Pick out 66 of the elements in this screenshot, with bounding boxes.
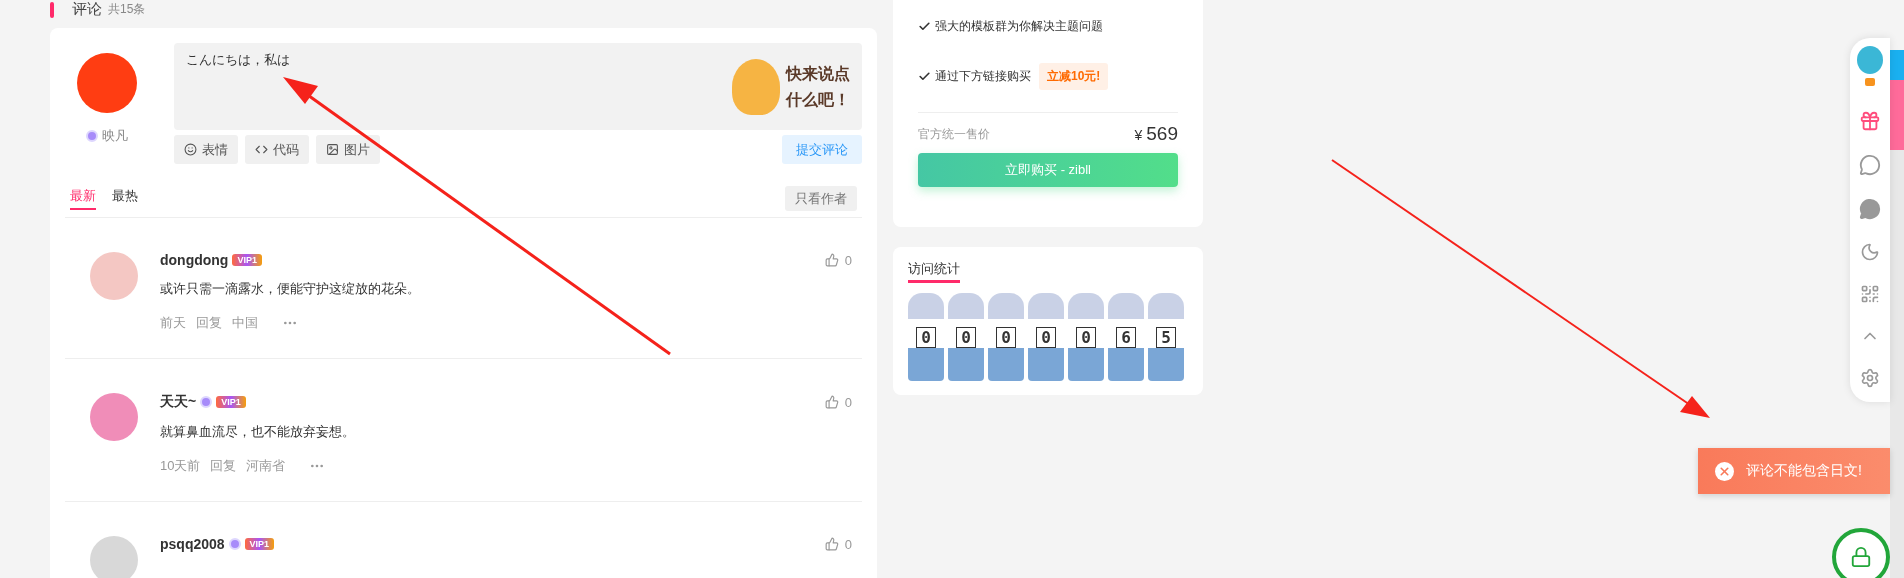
settings-icon[interactable] xyxy=(1860,368,1880,388)
sort-tab[interactable]: 最热 xyxy=(112,187,138,210)
counter-figure: 0 xyxy=(988,293,1024,381)
discount-badge: 立减10元! xyxy=(1039,62,1109,90)
moon-icon[interactable] xyxy=(1860,242,1880,262)
feature-text: 通过下方链接购买 xyxy=(935,67,1031,85)
comment-location: 中国 xyxy=(232,314,258,332)
visit-title: 访问统计 xyxy=(908,260,960,283)
balloon-icon[interactable] xyxy=(1855,46,1885,88)
close-circle-icon xyxy=(1715,461,1734,481)
thumbs-up-icon[interactable] xyxy=(824,537,839,551)
commenter-avatar xyxy=(90,393,138,441)
code-icon xyxy=(255,143,268,156)
comment-text: 就算鼻血流尽，也不能放弃妄想。 xyxy=(160,423,356,441)
medal-icon xyxy=(86,130,98,142)
chat-bubble-icon[interactable] xyxy=(1859,154,1881,176)
reply-link[interactable]: 回复 xyxy=(210,457,237,475)
like-count: 0 xyxy=(844,394,852,410)
commenter-name: psqq2008 xyxy=(160,536,225,552)
comment-count: 共15条 xyxy=(108,1,146,18)
comment-location: 河南省 xyxy=(246,457,286,475)
comment-time: 前天 xyxy=(160,314,186,332)
lock-seal-icon xyxy=(1832,528,1890,578)
toolbar-button[interactable]: 代码 xyxy=(245,135,309,164)
counter-figure: 0 xyxy=(1028,293,1064,381)
check-icon xyxy=(918,69,931,83)
price-label: 官方统一售价 xyxy=(918,125,990,143)
user-name: 映凡 xyxy=(102,127,128,145)
comment-text: 或许只需一滴露水，便能守护这绽放的花朵。 xyxy=(160,280,421,298)
price: ¥ 569 xyxy=(1134,123,1178,145)
like-count: 0 xyxy=(844,536,852,552)
author-filter-button[interactable]: 只看作者 xyxy=(785,186,857,211)
chat-icon[interactable] xyxy=(1859,198,1881,220)
check-icon xyxy=(918,19,931,33)
commenter-name: dongdong xyxy=(160,252,229,268)
section-title: 评论 xyxy=(72,0,102,19)
user-avatar xyxy=(77,53,137,113)
feature-text: 强大的模板群为你解决主题问题 xyxy=(935,17,1103,35)
qr-code-icon[interactable] xyxy=(1860,284,1880,304)
cartoon-boy-sticker xyxy=(732,58,780,115)
comment-input[interactable]: こんにちは，私は 快来说点 什么吧！ xyxy=(174,43,862,130)
counter-figure: 5 xyxy=(1148,293,1184,381)
commenter-name: 天天~ xyxy=(160,393,197,411)
thumbs-up-icon[interactable] xyxy=(824,253,839,267)
counter-figure: 6 xyxy=(1108,293,1144,381)
vip-badge: VIP1 xyxy=(216,396,246,408)
comment-time: 10天前 xyxy=(160,457,201,475)
thumbs-up-icon[interactable] xyxy=(824,395,839,409)
sort-tab[interactable]: 最新 xyxy=(70,187,96,210)
counter-figure: 0 xyxy=(908,293,944,381)
reply-link[interactable]: 回复 xyxy=(196,314,222,332)
commenter-avatar xyxy=(90,536,138,578)
counter-figure: 0 xyxy=(1068,293,1104,381)
sticker-text: 快来说点 什么吧！ xyxy=(786,63,850,110)
smiley-icon xyxy=(184,143,197,156)
like-count: 0 xyxy=(844,252,852,268)
image-icon xyxy=(326,143,339,156)
gift-icon[interactable] xyxy=(1859,110,1881,132)
toast-text: 评论不能包含日文! xyxy=(1746,462,1862,480)
toolbar-button[interactable]: 表情 xyxy=(174,135,238,164)
vip-badge: VIP1 xyxy=(244,538,275,550)
vip-badge: VIP1 xyxy=(232,254,262,266)
commenter-avatar xyxy=(90,252,138,300)
submit-button[interactable]: 提交评论 xyxy=(782,135,862,164)
toolbar-button[interactable]: 图片 xyxy=(316,135,380,164)
counter-figure: 0 xyxy=(948,293,984,381)
